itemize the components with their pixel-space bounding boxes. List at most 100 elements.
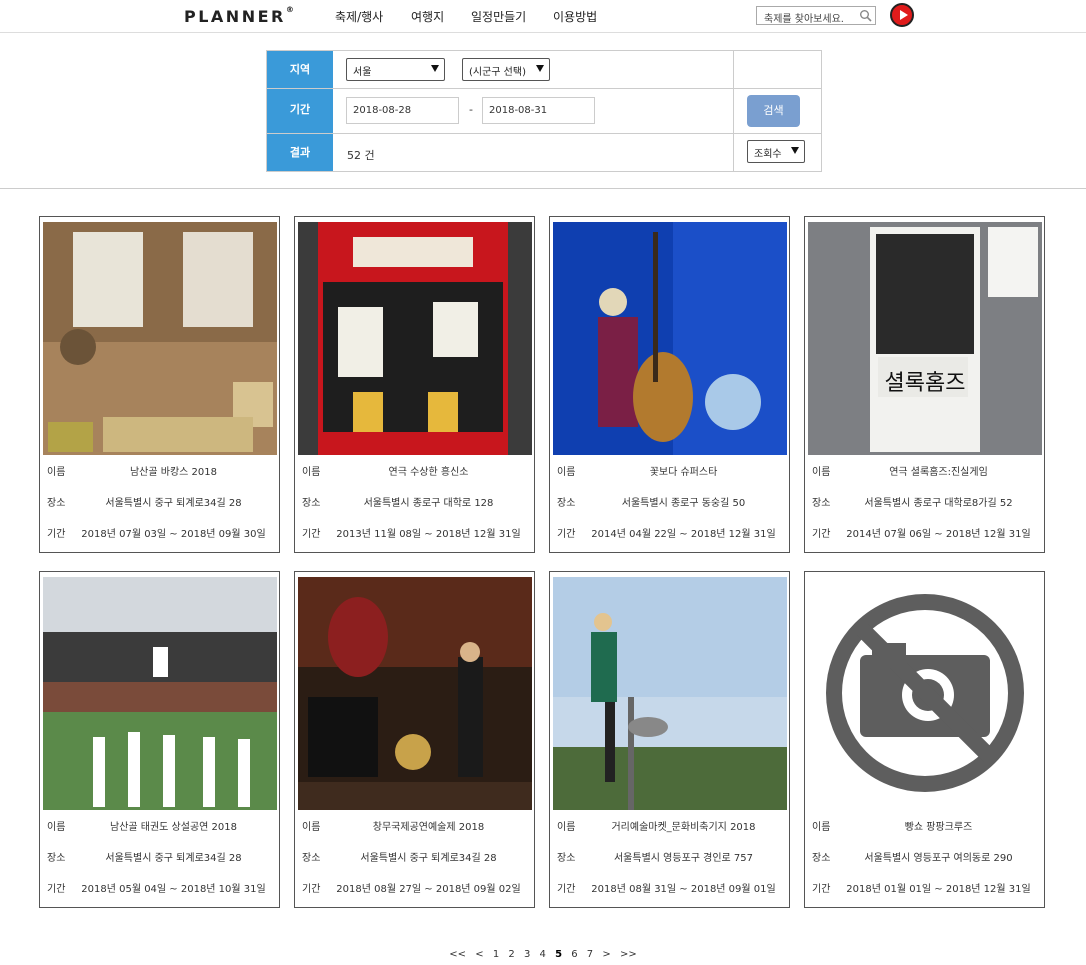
chevron-down-icon — [431, 65, 439, 72]
event-card[interactable]: 이름 남산골 바캉스 2018 장소 서울특별시 중구 퇴계로34길 28 기간 2018… — [39, 216, 280, 553]
event-period-value: 2018년 08월 31일 ~ 2018년 09월 01일 — [591, 884, 776, 895]
event-name-label: 이름 — [302, 822, 321, 833]
date-from-input[interactable]: 2018-08-28 — [346, 97, 459, 124]
event-place-label: 장소 — [812, 498, 831, 509]
page-5-current[interactable]: 5 — [555, 949, 562, 960]
page-2[interactable]: 2 — [508, 949, 514, 960]
page-7[interactable]: 7 — [587, 949, 593, 960]
search-button[interactable]: 검색 — [747, 95, 800, 127]
sort-select[interactable]: 조회수 — [747, 140, 805, 163]
event-period-label: 기간 — [557, 884, 576, 895]
event-card[interactable]: 이름 꽃보다 슈퍼스타 장소 서울특별시 종로구 동숭길 50 기간 2014년 04월 … — [549, 216, 790, 553]
event-place-value: 서울특별시 종로구 대학로 128 — [363, 498, 494, 509]
event-name-label: 이름 — [47, 822, 66, 833]
page-1[interactable]: 1 — [493, 949, 499, 960]
event-place-label: 장소 — [302, 853, 321, 864]
youtube-play-icon[interactable] — [890, 3, 914, 27]
district-select[interactable]: (시군구 선택) — [462, 58, 550, 81]
planner-logo[interactable]: PLANNER® — [184, 5, 294, 26]
event-period-value: 2018년 07월 03일 ~ 2018년 09월 30일 — [81, 529, 266, 540]
svg-text:셜록홈즈: 셜록홈즈 — [885, 371, 966, 396]
page-last[interactable]: >> — [620, 949, 637, 960]
event-place-label: 장소 — [302, 498, 321, 509]
event-place-label: 장소 — [47, 498, 66, 509]
event-period-value: 2013년 11월 08일 ~ 2018년 12월 31일 — [336, 529, 521, 540]
event-place-value: 서울특별시 종로구 동숭길 50 — [621, 498, 746, 509]
page-first[interactable]: << — [449, 949, 466, 960]
event-place-label: 장소 — [812, 853, 831, 864]
event-place-value: 서울특별시 종로구 대학로8가길 52 — [864, 498, 1013, 509]
event-period-label: 기간 — [557, 529, 576, 540]
page-4[interactable]: 4 — [540, 949, 546, 960]
search-placeholder: 축제를 찾아보세요. — [764, 14, 844, 25]
event-card[interactable]: 셜록홈즈이름 연극 셜록홈즈:진실게임장소 서울특별시 종로구 대학로8가길 52 기… — [804, 216, 1045, 553]
event-period-value: 2014년 07월 06일 ~ 2018년 12월 31일 — [846, 529, 1031, 540]
region-right-cell — [733, 51, 821, 88]
event-name-label: 이름 — [557, 822, 576, 833]
region-label: 지역 — [267, 51, 333, 88]
event-period-label: 기간 — [47, 884, 66, 895]
event-photo[interactable] — [298, 222, 532, 455]
event-photo[interactable] — [553, 577, 787, 810]
nav-make-schedule[interactable]: 일정만들기 — [471, 8, 526, 25]
event-place-value: 서울특별시 중구 퇴계로34길 28 — [105, 853, 242, 864]
event-card[interactable]: 이름 거리예술마켓_문화비축기지 2018 장소 서울특별시 영등포구 경인로 757… — [549, 571, 790, 908]
page-prev[interactable]: < — [475, 949, 483, 960]
period-label: 기간 — [267, 89, 333, 133]
result-label: 결과 — [267, 134, 333, 171]
event-photo[interactable]: 셜록홈즈 — [808, 222, 1042, 455]
event-period-value: 2018년 01월 01일 ~ 2018년 12월 31일 — [846, 884, 1031, 895]
event-period-label: 기간 — [302, 529, 321, 540]
nav-destinations[interactable]: 여행지 — [411, 8, 444, 25]
event-name-value: 연극 수상한 흥신소 — [388, 467, 469, 478]
event-period-label: 기간 — [812, 529, 831, 540]
result-row: 결과 52 건 조회수 — [267, 134, 821, 171]
event-photo[interactable] — [298, 577, 532, 810]
event-name-value: 연극 셜록홈즈:진실게임 — [889, 467, 988, 478]
event-photo[interactable] — [43, 577, 277, 810]
event-place-label: 장소 — [557, 498, 576, 509]
page-6[interactable]: 6 — [571, 949, 577, 960]
event-place-label: 장소 — [47, 853, 66, 864]
date-to-input[interactable]: 2018-08-31 — [482, 97, 595, 124]
search-cell: 검색 — [733, 89, 821, 133]
event-name-value: 거리예술마켓_문화비축기지 2018 — [611, 822, 756, 833]
pagination: << < 1 2 3 4 5 6 7 > >> — [0, 949, 1086, 960]
event-place-value: 서울특별시 영등포구 경인로 757 — [613, 853, 754, 864]
chevron-down-icon — [791, 147, 799, 154]
event-period-value: 2018년 05월 04일 ~ 2018년 10월 31일 — [81, 884, 266, 895]
event-place-value: 서울특별시 영등포구 여의동로 290 — [864, 853, 1013, 864]
event-name-label: 이름 — [812, 822, 831, 833]
result-count: 52 건 — [347, 149, 375, 162]
event-period-value: 2018년 08월 27일 ~ 2018년 09월 02일 — [336, 884, 521, 895]
filter-panel: 지역 서울 (시군구 선택) 기간 2018-08-28 - 2018-08-3… — [266, 50, 822, 172]
nav-how-to-use[interactable]: 이용방법 — [553, 8, 597, 25]
event-period-label: 기간 — [302, 884, 321, 895]
event-name-label: 이름 — [47, 467, 66, 478]
nav-festivals[interactable]: 축제/행사 — [335, 8, 383, 25]
top-header: PLANNER® 축제/행사 여행지 일정만들기 이용방법 축제를 찾아보세요. — [0, 0, 1086, 33]
search-input[interactable]: 축제를 찾아보세요. — [756, 6, 876, 25]
date-separator: - — [469, 103, 473, 116]
event-name-label: 이름 — [302, 467, 321, 478]
region-select[interactable]: 서울 — [346, 58, 445, 81]
event-place-value: 서울특별시 중구 퇴계로34길 28 — [360, 853, 497, 864]
event-place-label: 장소 — [557, 853, 576, 864]
period-row: 기간 2018-08-28 - 2018-08-31 검색 — [267, 89, 821, 134]
section-divider — [0, 188, 1086, 189]
event-card[interactable]: 이름 남산골 태권도 상설공연 2018 장소 서울특별시 중구 퇴계로34길 28 기… — [39, 571, 280, 908]
event-card[interactable]: 이름 창무국제공연예술제 2018 장소 서울특별시 중구 퇴계로34길 28 기간 20… — [294, 571, 535, 908]
page-next[interactable]: > — [602, 949, 610, 960]
event-name-value: 남산골 태권도 상설공연 2018 — [110, 822, 237, 833]
event-photo[interactable] — [553, 222, 787, 455]
no-image-icon[interactable] — [808, 577, 1042, 810]
page-3[interactable]: 3 — [524, 949, 530, 960]
event-card[interactable]: 이름 연극 수상한 흥신소장소 서울특별시 종로구 대학로 128 기간 2013년 1… — [294, 216, 535, 553]
search-icon[interactable] — [859, 9, 872, 22]
sort-cell: 조회수 — [733, 134, 821, 171]
event-photo[interactable] — [43, 222, 277, 455]
event-name-value: 꽃보다 슈퍼스타 — [649, 467, 718, 478]
event-card[interactable]: 이름 빵쇼 팡팡크루즈 장소 서울특별시 영등포구 여의동로 290 기간 2018년 0… — [804, 571, 1045, 908]
event-name-label: 이름 — [812, 467, 831, 478]
event-name-label: 이름 — [557, 467, 576, 478]
